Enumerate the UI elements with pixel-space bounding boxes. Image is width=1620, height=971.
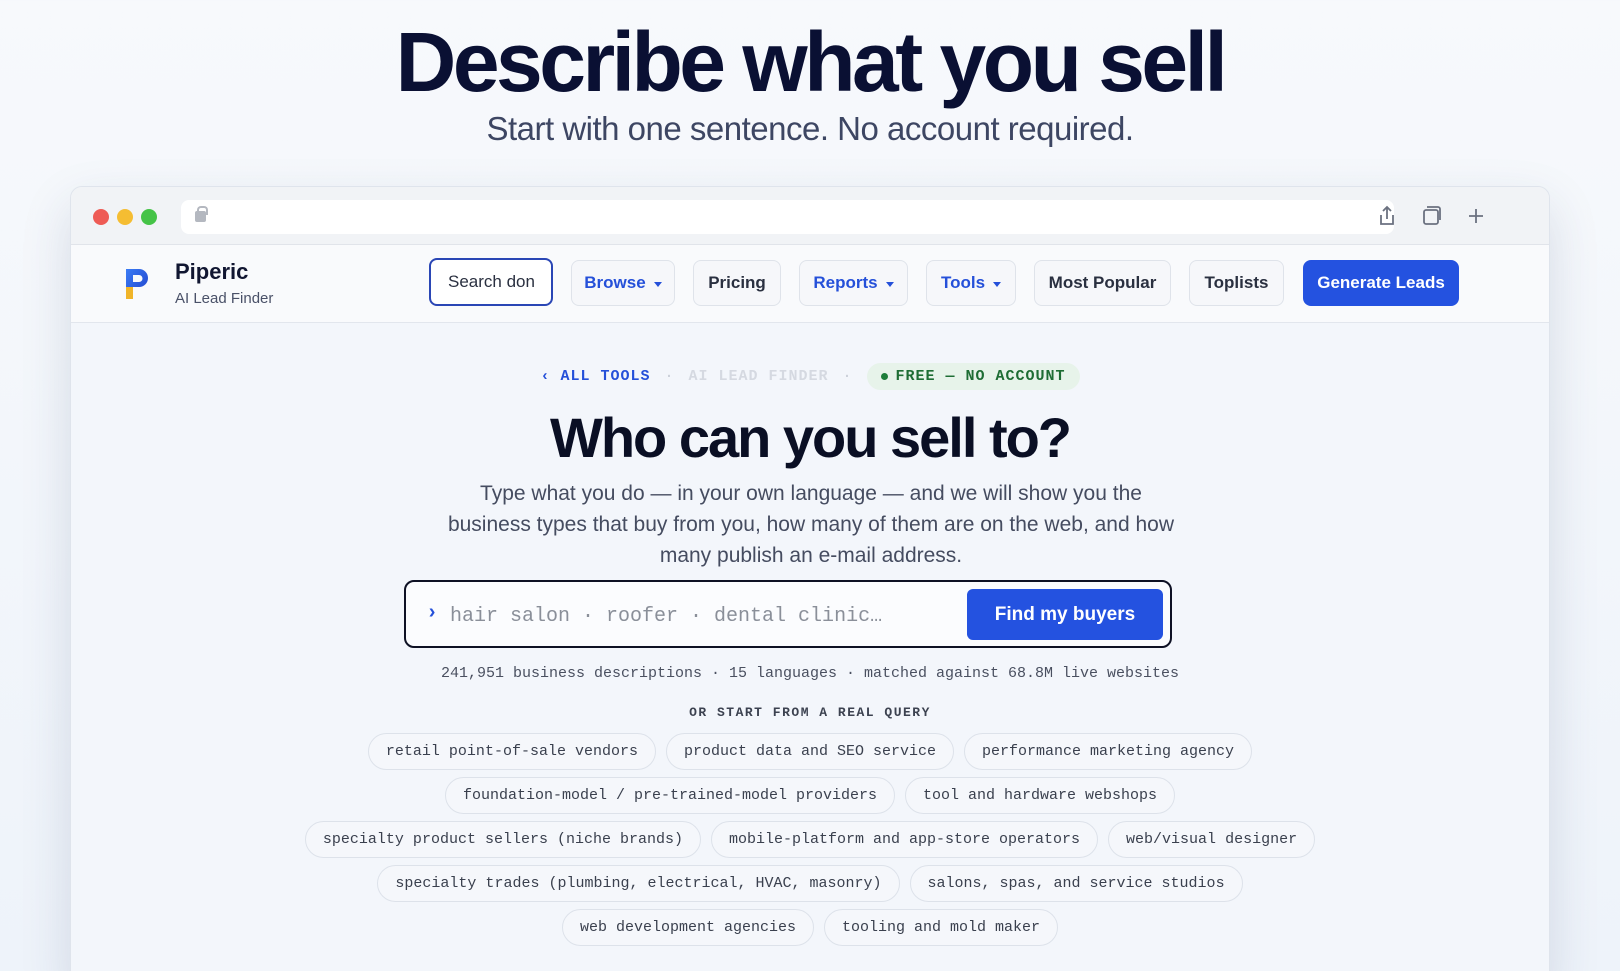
site-navbar: Piperic AI Lead Finder Search don Browse… [71, 245, 1549, 323]
example-query-chip[interactable]: specialty product sellers (niche brands) [304, 821, 701, 858]
example-query-chips: retail point-of-sale vendors product data… [71, 733, 1549, 953]
example-query-chip[interactable]: retail point-of-sale vendors [367, 733, 656, 770]
example-query-chip[interactable]: performance marketing agency [964, 733, 1253, 770]
free-badge-label: FREE — NO ACCOUNT [895, 368, 1066, 385]
nav-toplists-label: Toplists [1204, 273, 1269, 292]
business-search-box: › Find my buyers [404, 580, 1172, 648]
example-query-chip[interactable]: foundation-model / pre-trained-model pro… [444, 777, 896, 814]
example-query-chip[interactable]: web/visual designer [1108, 821, 1316, 858]
nav-browse-label: Browse [584, 273, 646, 292]
nav-tools-button[interactable]: Tools [926, 260, 1016, 306]
hero-subtitle: Start with one sentence. No account requ… [486, 110, 1134, 147]
chevron-down-icon [885, 281, 894, 287]
breadcrumb-current: AI LEAD FINDER [688, 368, 829, 385]
hero-title: Describe what you sell [395, 15, 1228, 109]
breadcrumb-separator: · [664, 368, 675, 385]
free-badge: FREE — NO ACCOUNT [866, 363, 1080, 390]
nav-search-input[interactable]: Search don [429, 258, 553, 306]
nav-pricing-label: Pricing [708, 273, 766, 292]
example-query-chip[interactable]: product data and SEO service [665, 733, 955, 770]
breadcrumb: ‹ ALL TOOLS · AI LEAD FINDER · FREE — NO… [71, 363, 1549, 390]
example-query-chip[interactable]: mobile-platform and app-store operators [710, 821, 1099, 858]
chevron-down-icon [993, 281, 1002, 287]
page-title: Who can you sell to? [549, 406, 1072, 469]
chip-row: specialty trades (plumbing, electrical, … [71, 865, 1549, 902]
example-query-chip[interactable]: tool and hardware webshops [905, 777, 1176, 814]
example-query-chip[interactable]: web development agencies [561, 909, 814, 946]
close-window-button[interactable] [93, 209, 109, 225]
generate-leads-button[interactable]: Generate Leads [1303, 260, 1459, 306]
page-description: Type what you do — in your own language … [447, 482, 1175, 567]
status-dot-icon [880, 373, 888, 380]
maximize-window-button[interactable] [141, 209, 157, 225]
prompt-chevron-icon: › [426, 602, 439, 625]
example-query-chip[interactable]: salons, spas, and service studios [909, 865, 1243, 902]
brand-name[interactable]: Piperic [175, 259, 248, 285]
brand-tagline: AI Lead Finder [175, 290, 274, 307]
breadcrumb-separator: · [842, 368, 853, 385]
chip-row: web development agencies tooling and mold… [71, 909, 1549, 946]
nav-most-popular-label: Most Popular [1048, 273, 1157, 292]
breadcrumb-all-tools-link[interactable]: ‹ ALL TOOLS [540, 368, 650, 385]
chip-row: specialty product sellers (niche brands)… [71, 821, 1549, 858]
piperic-logo-icon[interactable] [123, 265, 153, 301]
stats-line: 241,951 business descriptions · 15 langu… [440, 665, 1180, 682]
chip-row: foundation-model / pre-trained-model pro… [71, 777, 1549, 814]
minimize-window-button[interactable] [117, 209, 133, 225]
nav-toplists-button[interactable]: Toplists [1189, 260, 1284, 306]
browser-chrome [71, 187, 1549, 245]
nav-tools-label: Tools [940, 273, 986, 292]
chip-row: retail point-of-sale vendors product data… [71, 733, 1549, 770]
main-content: ‹ ALL TOOLS · AI LEAD FINDER · FREE — NO… [71, 323, 1549, 971]
nav-reports-label: Reports [813, 273, 878, 292]
find-my-buyers-button[interactable]: Find my buyers [967, 589, 1163, 640]
nav-pricing-button[interactable]: Pricing [693, 260, 781, 306]
share-icon[interactable] [1375, 204, 1399, 228]
example-query-chip[interactable]: tooling and mold maker [824, 909, 1059, 946]
example-query-chip[interactable]: specialty trades (plumbing, electrical, … [377, 865, 900, 902]
lock-icon [195, 206, 208, 222]
nav-browse-button[interactable]: Browse [571, 260, 675, 306]
nav-reports-button[interactable]: Reports [799, 260, 908, 306]
chevron-down-icon [653, 281, 662, 287]
new-tab-icon[interactable] [1464, 204, 1488, 228]
nav-most-popular-button[interactable]: Most Popular [1034, 260, 1171, 306]
tabs-icon[interactable] [1419, 204, 1443, 228]
address-bar[interactable] [181, 200, 1394, 234]
browser-window: Piperic AI Lead Finder Search don Browse… [70, 186, 1550, 971]
or-start-label: OR START FROM A REAL QUERY [689, 705, 931, 720]
business-description-input[interactable] [450, 602, 920, 630]
